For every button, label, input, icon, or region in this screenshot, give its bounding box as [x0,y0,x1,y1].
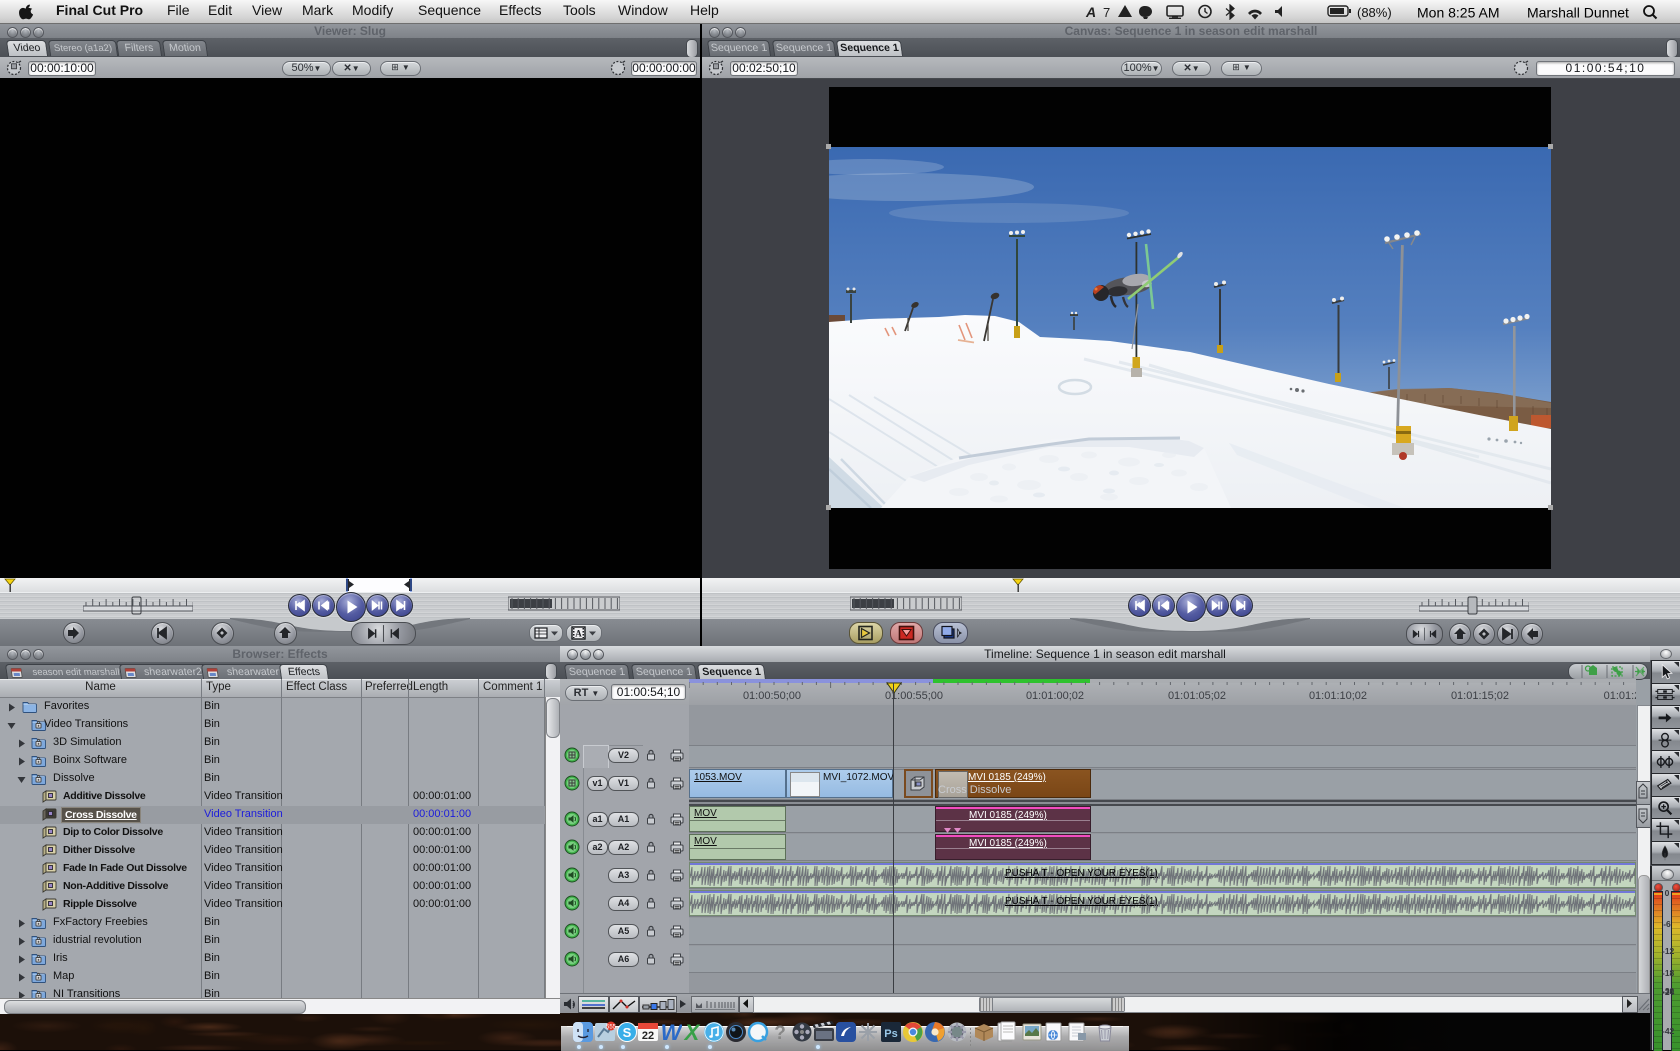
svg-text:X: X [683,1021,701,1043]
svg-text:22: 22 [642,1030,654,1042]
svg-text:A: A [1085,4,1096,20]
svg-text:Ps: Ps [884,1028,897,1040]
svg-text:A: A [575,629,582,639]
svg-text:(88%): (88%) [1357,5,1392,20]
svg-text:Marshall Dunnet: Marshall Dunnet [1527,5,1629,21]
svg-text:W: W [661,1021,682,1043]
svg-text:S: S [623,1025,632,1040]
svg-text:7: 7 [1103,5,1110,20]
svg-text:?: ? [774,1023,786,1043]
svg-text:Mon 8:25 AM: Mon 8:25 AM [1417,5,1500,21]
svg-text:555: 555 [606,1025,616,1031]
